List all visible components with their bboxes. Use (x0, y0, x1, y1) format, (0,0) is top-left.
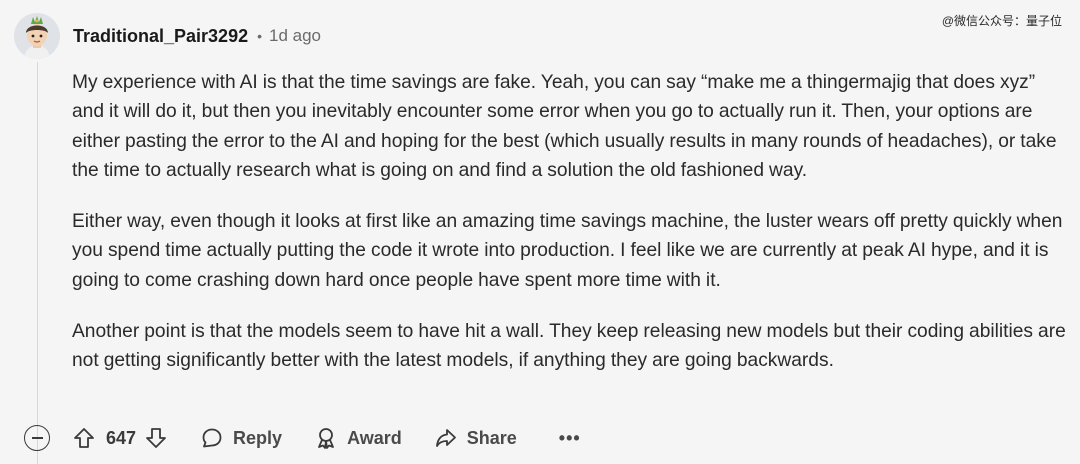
reply-button[interactable]: Reply (200, 426, 282, 450)
vote-score: 647 (106, 427, 137, 448)
vote-group: 647 (72, 426, 168, 450)
comment-header: Traditional_Pair3292 • 1d ago (14, 12, 321, 60)
reply-label: Reply (233, 427, 283, 448)
separator-dot: • (257, 28, 262, 44)
timestamp[interactable]: 1d ago (269, 26, 321, 46)
username[interactable]: Traditional_Pair3292 (73, 26, 248, 47)
upvote-icon[interactable] (72, 426, 96, 450)
avatar[interactable] (14, 13, 60, 59)
collapse-icon[interactable] (24, 425, 50, 451)
downvote-icon[interactable] (144, 426, 168, 450)
comment: Traditional_Pair3292 • 1d ago @微信公众号：量子位… (0, 0, 1080, 464)
share-icon (435, 429, 456, 447)
share-label: Share (466, 427, 517, 448)
paragraph-1: My experience with AI is that the time s… (72, 72, 1057, 181)
award-icon (318, 428, 334, 449)
share-button[interactable]: Share (434, 426, 517, 450)
award-button[interactable]: Award (314, 426, 402, 450)
watermark: @微信公众号：量子位 (941, 14, 1062, 28)
award-label: Award (347, 427, 402, 448)
more-icon[interactable]: ••• (559, 428, 581, 449)
paragraph-3: Another point is that the models seem to… (72, 321, 1066, 372)
paragraph-2: Either way, even though it looks at firs… (72, 211, 1063, 291)
thread-line[interactable] (37, 62, 38, 464)
comment-body: My experience with AI is that the time s… (72, 68, 1072, 398)
action-bar: 647 Reply Award Share ••• (24, 420, 581, 456)
reply-icon (202, 428, 222, 448)
